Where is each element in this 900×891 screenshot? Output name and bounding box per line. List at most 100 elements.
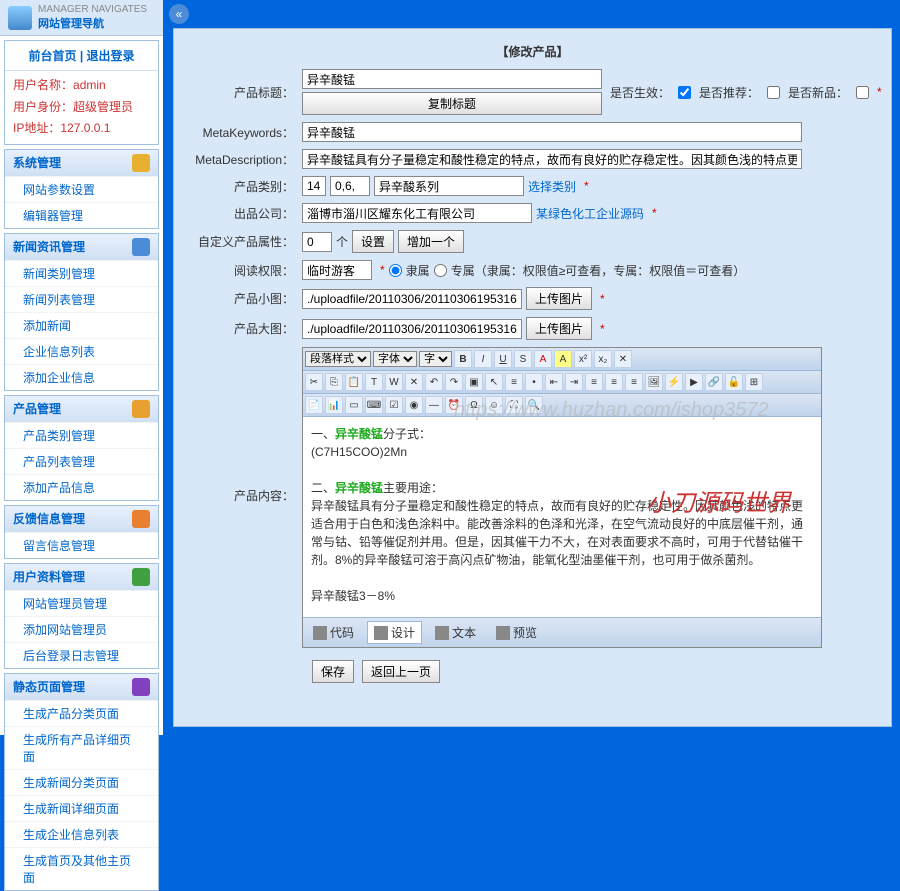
time-icon[interactable]: ⏰ xyxy=(445,396,463,414)
meta-keywords-input[interactable] xyxy=(302,122,802,142)
menu-header[interactable]: 用户资料管理 xyxy=(5,564,158,590)
align-right-icon[interactable]: ≡ xyxy=(625,373,643,391)
bold-icon[interactable]: B xyxy=(454,350,472,368)
menu-item[interactable]: 生成产品分类页面 xyxy=(5,700,158,726)
menu-item[interactable]: 编辑器管理 xyxy=(5,202,158,228)
home-link[interactable]: 前台首页 xyxy=(28,49,76,63)
font-color-icon[interactable]: A xyxy=(534,350,552,368)
special-char-icon[interactable]: Ω xyxy=(465,396,483,414)
input-icon[interactable]: ⌨ xyxy=(365,396,383,414)
list-ul-icon[interactable]: • xyxy=(525,373,543,391)
menu-item[interactable]: 网站管理员管理 xyxy=(5,590,158,616)
editor-body[interactable]: 一、异辛酸锰分子式： (C7H15COO)2Mn 二、异辛酸锰主要用途： 异辛酸… xyxy=(303,417,821,617)
mode-design[interactable]: 设计 xyxy=(367,621,422,644)
excel-icon[interactable]: 📊 xyxy=(325,396,343,414)
cut-icon[interactable]: ✂ xyxy=(305,373,323,391)
menu-item[interactable]: 生成企业信息列表 xyxy=(5,821,158,847)
cat-id-input[interactable] xyxy=(302,176,326,196)
radio-icon[interactable]: ◉ xyxy=(405,396,423,414)
table-icon[interactable]: ⊞ xyxy=(745,373,763,391)
thumb-path-input[interactable] xyxy=(302,289,522,309)
menu-item[interactable]: 添加新闻 xyxy=(5,312,158,338)
para-style-select[interactable]: 段落样式 xyxy=(305,351,371,367)
underline-icon[interactable]: U xyxy=(494,350,512,368)
recommend-checkbox[interactable] xyxy=(767,86,780,99)
upload-thumb-button[interactable]: 上传图片 xyxy=(526,287,592,310)
menu-item[interactable]: 添加网站管理员 xyxy=(5,616,158,642)
copy-title-button[interactable]: 复制标题 xyxy=(302,92,602,115)
custom-count-input[interactable] xyxy=(302,232,332,252)
logout-link[interactable]: 退出登录 xyxy=(87,49,135,63)
unlink-icon[interactable]: 🔓 xyxy=(725,373,743,391)
italic-icon[interactable]: I xyxy=(474,350,492,368)
indent-icon[interactable]: ⇥ xyxy=(565,373,583,391)
fullscreen-icon[interactable]: ⛶ xyxy=(505,396,523,414)
undo-icon[interactable]: ↶ xyxy=(425,373,443,391)
flash-icon[interactable]: ⚡ xyxy=(665,373,683,391)
font-family-select[interactable]: 字体 xyxy=(373,351,417,367)
cat-name-input[interactable] xyxy=(374,176,524,196)
company-input[interactable] xyxy=(302,203,532,223)
bigimg-path-input[interactable] xyxy=(302,319,522,339)
menu-item[interactable]: 生成新闻分类页面 xyxy=(5,769,158,795)
delete-icon[interactable]: ✕ xyxy=(405,373,423,391)
mode-preview[interactable]: 预览 xyxy=(489,621,544,644)
menu-item[interactable]: 产品类别管理 xyxy=(5,422,158,448)
back-button[interactable]: 返回上一页 xyxy=(362,660,440,683)
menu-item[interactable]: 网站参数设置 xyxy=(5,176,158,202)
menu-item[interactable]: 后台登录日志管理 xyxy=(5,642,158,668)
paste-text-icon[interactable]: T xyxy=(365,373,383,391)
zoom-icon[interactable]: 🔍 xyxy=(525,396,543,414)
file-icon[interactable]: 📄 xyxy=(305,396,323,414)
save-button[interactable]: 保存 xyxy=(312,660,354,683)
menu-item[interactable]: 产品列表管理 xyxy=(5,448,158,474)
bg-color-icon[interactable]: A xyxy=(554,350,572,368)
menu-header[interactable]: 静态页面管理 xyxy=(5,674,158,700)
font-size-select[interactable]: 字 xyxy=(419,351,452,367)
list-ol-icon[interactable]: ≡ xyxy=(505,373,523,391)
cursor-icon[interactable]: ↖ xyxy=(485,373,503,391)
menu-item[interactable]: 生成新闻详细页面 xyxy=(5,795,158,821)
sup-icon[interactable]: x² xyxy=(574,350,592,368)
media-icon[interactable]: ▶ xyxy=(685,373,703,391)
menu-item[interactable]: 企业信息列表 xyxy=(5,338,158,364)
cat-path-input[interactable] xyxy=(330,176,370,196)
select-company-link[interactable]: 某绿色化工企业源码 xyxy=(536,205,644,222)
clear-format-icon[interactable]: ✕ xyxy=(614,350,632,368)
image-icon[interactable]: 🖼 xyxy=(645,373,663,391)
align-center-icon[interactable]: ≡ xyxy=(605,373,623,391)
perm-radio-belong[interactable] xyxy=(389,264,402,277)
paste-icon[interactable]: 📋 xyxy=(345,373,363,391)
align-left-icon[interactable]: ≡ xyxy=(585,373,603,391)
menu-item[interactable]: 留言信息管理 xyxy=(5,532,158,558)
strike-icon[interactable]: S xyxy=(514,350,532,368)
sub-icon[interactable]: x₂ xyxy=(594,350,612,368)
menu-item[interactable]: 添加企业信息 xyxy=(5,364,158,390)
emoji-icon[interactable]: ☺ xyxy=(485,396,503,414)
link-icon[interactable]: 🔗 xyxy=(705,373,723,391)
effect-checkbox[interactable] xyxy=(678,86,691,99)
redo-icon[interactable]: ↷ xyxy=(445,373,463,391)
form-icon[interactable]: ▭ xyxy=(345,396,363,414)
menu-header[interactable]: 产品管理 xyxy=(5,396,158,422)
paste-word-icon[interactable]: W xyxy=(385,373,403,391)
menu-header[interactable]: 反馈信息管理 xyxy=(5,506,158,532)
mode-code[interactable]: 代码 xyxy=(306,621,361,644)
menu-item[interactable]: 生成首页及其他主页面 xyxy=(5,847,158,890)
menu-item[interactable]: 新闻类别管理 xyxy=(5,260,158,286)
meta-description-input[interactable] xyxy=(302,149,802,169)
menu-header[interactable]: 新闻资讯管理 xyxy=(5,234,158,260)
copy-icon[interactable]: ⎘ xyxy=(325,373,343,391)
select-all-icon[interactable]: ▣ xyxy=(465,373,483,391)
menu-header[interactable]: 系统管理 xyxy=(5,150,158,176)
hr-icon[interactable]: — xyxy=(425,396,443,414)
collapse-sidebar-icon[interactable]: « xyxy=(169,4,189,24)
upload-bigimg-button[interactable]: 上传图片 xyxy=(526,317,592,340)
custom-add-button[interactable]: 增加一个 xyxy=(398,230,464,253)
checkbox-icon[interactable]: ☑ xyxy=(385,396,403,414)
product-title-input[interactable] xyxy=(302,69,602,89)
mode-text[interactable]: 文本 xyxy=(428,621,483,644)
outdent-icon[interactable]: ⇤ xyxy=(545,373,563,391)
menu-item[interactable]: 添加产品信息 xyxy=(5,474,158,500)
new-checkbox[interactable] xyxy=(856,86,869,99)
